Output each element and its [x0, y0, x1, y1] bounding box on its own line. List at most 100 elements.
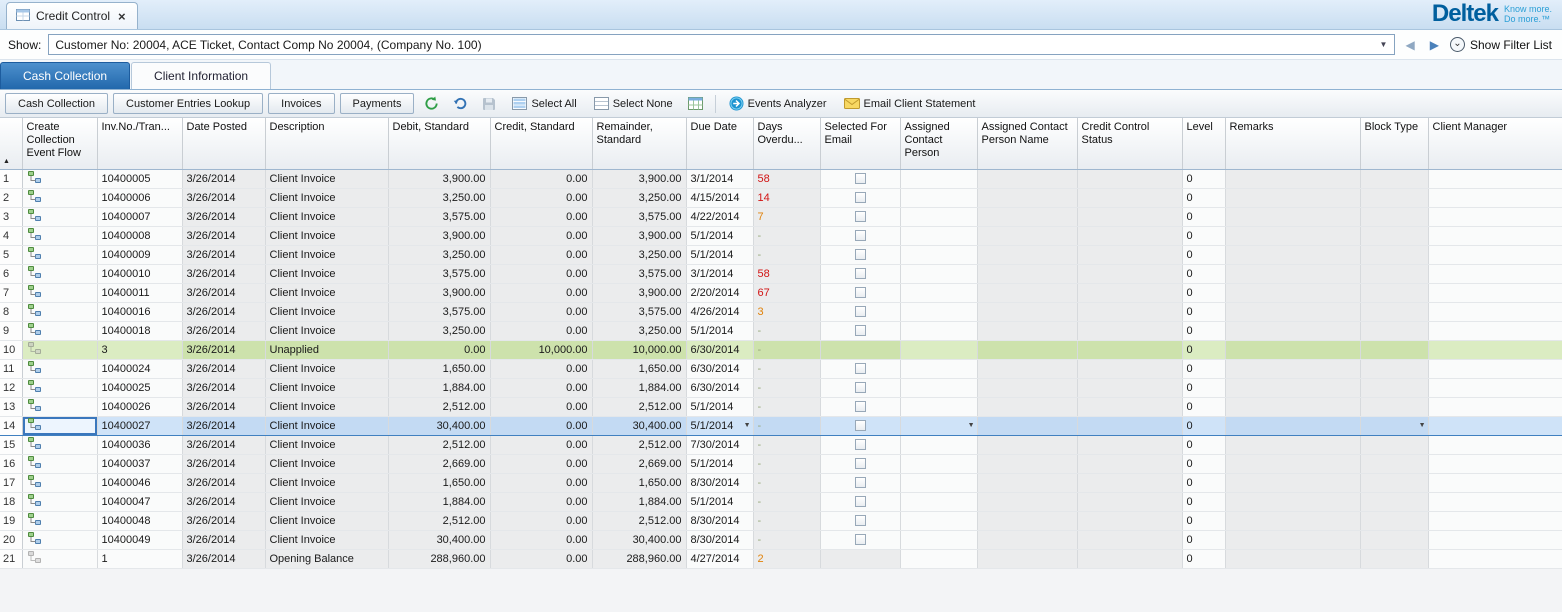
create-collection-event-flow-cell[interactable]: [22, 207, 97, 226]
invoice-number-cell[interactable]: 10400026: [97, 397, 182, 416]
date-posted-cell[interactable]: 3/26/2014: [182, 530, 265, 549]
column-header-days-overdue[interactable]: Days Overdu...: [753, 118, 820, 169]
selected-for-email-cell[interactable]: [820, 245, 900, 264]
assigned-contact-person-cell[interactable]: ▼: [900, 416, 977, 435]
email-checkbox[interactable]: [855, 268, 866, 279]
days-overdue-cell[interactable]: -: [753, 473, 820, 492]
assigned-contact-person-cell[interactable]: [900, 169, 977, 188]
selected-for-email-cell[interactable]: [820, 226, 900, 245]
client-manager-cell[interactable]: [1428, 416, 1562, 435]
description-cell[interactable]: Client Invoice: [265, 492, 388, 511]
days-overdue-cell[interactable]: -: [753, 245, 820, 264]
create-collection-event-flow-cell[interactable]: [22, 492, 97, 511]
credit-standard-cell[interactable]: 0.00: [490, 454, 592, 473]
remarks-cell[interactable]: [1225, 511, 1360, 530]
payments-button[interactable]: Payments: [340, 93, 415, 114]
remarks-cell[interactable]: [1225, 416, 1360, 435]
invoice-number-cell[interactable]: 10400046: [97, 473, 182, 492]
assigned-contact-person-name-cell[interactable]: [977, 188, 1077, 207]
credit-control-status-cell[interactable]: [1077, 549, 1182, 568]
create-collection-event-flow-cell[interactable]: [22, 188, 97, 207]
days-overdue-cell[interactable]: 14: [753, 188, 820, 207]
credit-standard-cell[interactable]: 0.00: [490, 302, 592, 321]
description-cell[interactable]: Client Invoice: [265, 283, 388, 302]
date-posted-cell[interactable]: 3/26/2014: [182, 302, 265, 321]
client-manager-cell[interactable]: [1428, 226, 1562, 245]
credit-control-status-cell[interactable]: [1077, 435, 1182, 454]
credit-control-status-cell[interactable]: [1077, 169, 1182, 188]
invoice-number-cell[interactable]: 10400047: [97, 492, 182, 511]
chevron-down-icon[interactable]: ▼: [744, 422, 751, 429]
date-posted-cell[interactable]: 3/26/2014: [182, 511, 265, 530]
date-posted-cell[interactable]: 3/26/2014: [182, 245, 265, 264]
assigned-contact-person-cell[interactable]: [900, 188, 977, 207]
assigned-contact-person-cell[interactable]: [900, 207, 977, 226]
remarks-cell[interactable]: [1225, 302, 1360, 321]
client-manager-cell[interactable]: [1428, 321, 1562, 340]
description-cell[interactable]: Opening Balance: [265, 549, 388, 568]
email-checkbox[interactable]: [855, 477, 866, 488]
remarks-cell[interactable]: [1225, 169, 1360, 188]
date-posted-cell[interactable]: 3/26/2014: [182, 378, 265, 397]
remarks-cell[interactable]: [1225, 378, 1360, 397]
client-manager-cell[interactable]: [1428, 473, 1562, 492]
due-date-cell[interactable]: 5/1/2014: [686, 492, 753, 511]
level-cell[interactable]: 0: [1182, 511, 1225, 530]
days-overdue-cell[interactable]: -: [753, 416, 820, 435]
block-type-cell[interactable]: [1360, 321, 1428, 340]
table-row[interactable]: 9104000183/26/2014Client Invoice3,250.00…: [0, 321, 1562, 340]
column-header-debit-standard[interactable]: Debit, Standard: [388, 118, 490, 169]
due-date-cell[interactable]: 6/30/2014: [686, 340, 753, 359]
table-row[interactable]: 8104000163/26/2014Client Invoice3,575.00…: [0, 302, 1562, 321]
block-type-cell[interactable]: ▼: [1360, 416, 1428, 435]
client-manager-cell[interactable]: [1428, 340, 1562, 359]
assigned-contact-person-name-cell[interactable]: [977, 226, 1077, 245]
description-cell[interactable]: Client Invoice: [265, 530, 388, 549]
invoice-number-cell[interactable]: 10400027: [97, 416, 182, 435]
block-type-cell[interactable]: [1360, 188, 1428, 207]
table-row[interactable]: 1033/26/2014Unapplied0.0010,000.0010,000…: [0, 340, 1562, 359]
block-type-cell[interactable]: [1360, 435, 1428, 454]
description-cell[interactable]: Client Invoice: [265, 188, 388, 207]
credit-standard-cell[interactable]: 0.00: [490, 321, 592, 340]
create-collection-event-flow-cell[interactable]: [22, 321, 97, 340]
remarks-cell[interactable]: [1225, 397, 1360, 416]
email-checkbox[interactable]: [855, 230, 866, 241]
table-row[interactable]: 11104000243/26/2014Client Invoice1,650.0…: [0, 359, 1562, 378]
remainder-standard-cell[interactable]: 2,669.00: [592, 454, 686, 473]
remarks-cell[interactable]: [1225, 226, 1360, 245]
assigned-contact-person-name-cell[interactable]: [977, 549, 1077, 568]
date-posted-cell[interactable]: 3/26/2014: [182, 492, 265, 511]
level-cell[interactable]: 0: [1182, 549, 1225, 568]
selected-for-email-cell[interactable]: [820, 397, 900, 416]
client-manager-cell[interactable]: [1428, 302, 1562, 321]
days-overdue-cell[interactable]: -: [753, 226, 820, 245]
selected-for-email-cell[interactable]: [820, 264, 900, 283]
remainder-standard-cell[interactable]: 1,884.00: [592, 378, 686, 397]
email-checkbox[interactable]: [855, 515, 866, 526]
table-view-button[interactable]: [684, 93, 708, 115]
credit-standard-cell[interactable]: 0.00: [490, 435, 592, 454]
table-row[interactable]: 4104000083/26/2014Client Invoice3,900.00…: [0, 226, 1562, 245]
date-posted-cell[interactable]: 3/26/2014: [182, 435, 265, 454]
due-date-cell[interactable]: 4/15/2014: [686, 188, 753, 207]
assigned-contact-person-cell[interactable]: [900, 378, 977, 397]
assigned-contact-person-cell[interactable]: [900, 245, 977, 264]
client-manager-cell[interactable]: [1428, 283, 1562, 302]
due-date-cell[interactable]: 3/1/2014: [686, 169, 753, 188]
column-header-remainder-standard[interactable]: Remainder, Standard: [592, 118, 686, 169]
debit-standard-cell[interactable]: 1,650.00: [388, 359, 490, 378]
date-posted-cell[interactable]: 3/26/2014: [182, 226, 265, 245]
selected-for-email-cell[interactable]: [820, 302, 900, 321]
days-overdue-cell[interactable]: -: [753, 492, 820, 511]
date-posted-cell[interactable]: 3/26/2014: [182, 321, 265, 340]
level-cell[interactable]: 0: [1182, 378, 1225, 397]
email-checkbox[interactable]: [855, 363, 866, 374]
client-manager-cell[interactable]: [1428, 359, 1562, 378]
client-manager-cell[interactable]: [1428, 549, 1562, 568]
client-manager-cell[interactable]: [1428, 492, 1562, 511]
days-overdue-cell[interactable]: -: [753, 530, 820, 549]
due-date-cell[interactable]: 5/1/2014▼: [686, 416, 753, 435]
due-date-cell[interactable]: 4/22/2014: [686, 207, 753, 226]
email-checkbox[interactable]: [855, 420, 866, 431]
